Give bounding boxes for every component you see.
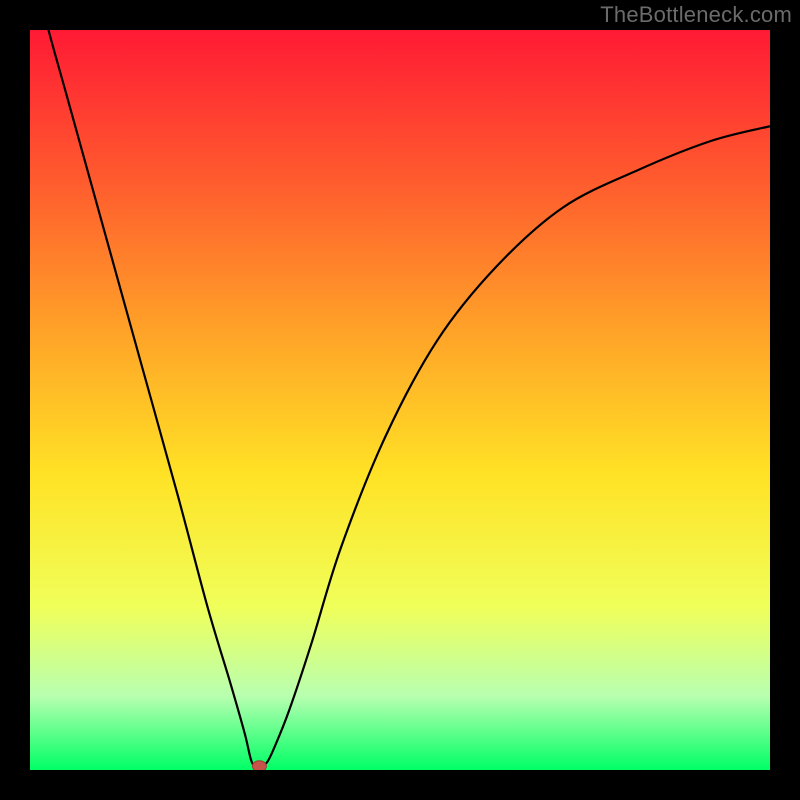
- chart-frame: TheBottleneck.com: [0, 0, 800, 800]
- gradient-background: [30, 30, 770, 770]
- watermark-text: TheBottleneck.com: [600, 2, 792, 28]
- plot-area: [30, 30, 770, 770]
- minimum-marker: [252, 761, 266, 770]
- plot-svg: [30, 30, 770, 770]
